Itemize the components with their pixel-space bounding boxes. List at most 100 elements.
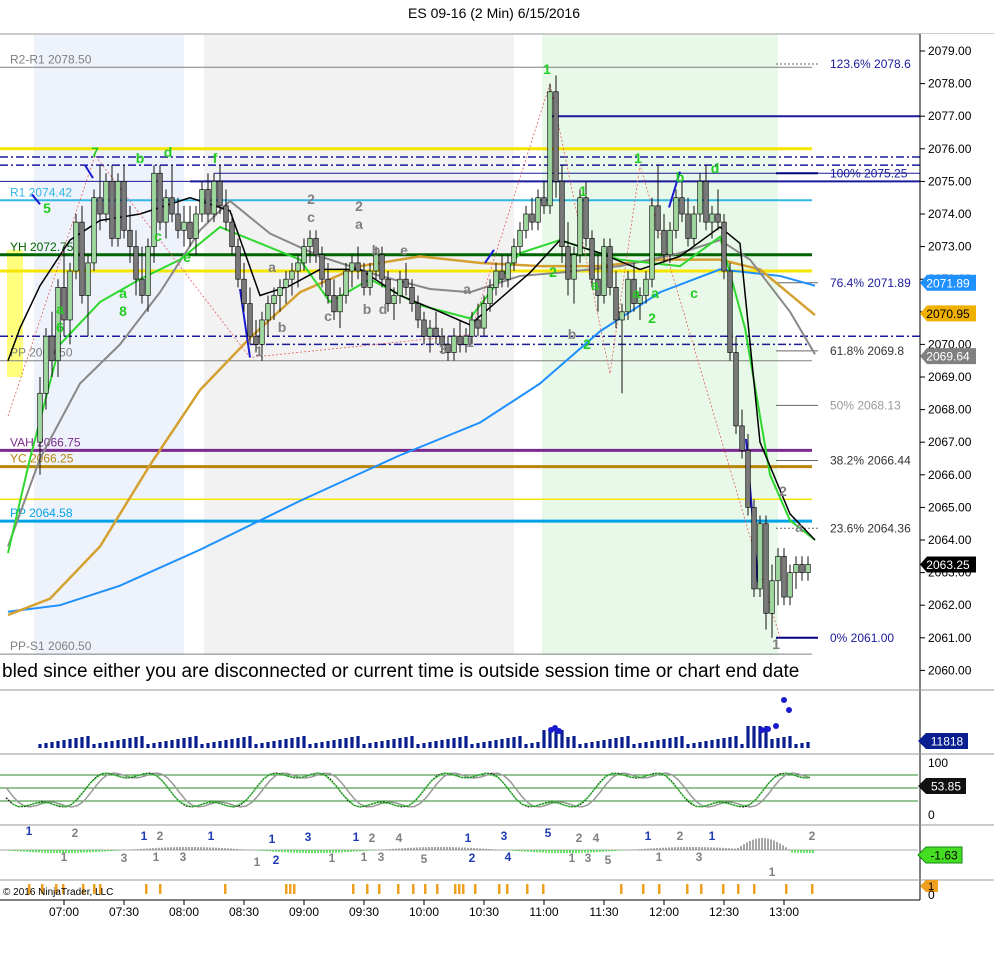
signal-marker (285, 884, 288, 894)
volume-bar (278, 740, 282, 748)
candle-body (109, 181, 115, 239)
volume-bar (410, 736, 414, 748)
candle-body (793, 564, 799, 573)
volume-dot (556, 728, 562, 734)
wave-label: 7 (91, 144, 99, 160)
wave-label: a (119, 285, 127, 301)
candle-body (223, 205, 229, 223)
candle-body (367, 270, 373, 288)
volume-bar (320, 742, 324, 748)
candle-body (553, 91, 559, 182)
volume-bar (590, 742, 594, 748)
y-tick-label: 2068.00 (928, 403, 972, 417)
wave-label: 1 (466, 334, 474, 350)
candle-body (511, 246, 517, 264)
candle-body (787, 572, 793, 598)
volume-bar (524, 744, 528, 748)
volume-bar (416, 744, 420, 748)
candle-body (457, 335, 463, 345)
fib-label: 0% 2061.00 (830, 631, 894, 645)
volume-bar (500, 739, 504, 748)
volume-bar (326, 741, 330, 748)
candle-body (721, 221, 727, 272)
volume-bar (368, 743, 372, 748)
signal-marker (498, 884, 501, 894)
volume-bar (68, 739, 72, 748)
volume-bar (722, 738, 726, 748)
candle-body (571, 254, 577, 280)
x-tick-label: 09:00 (289, 905, 319, 919)
y-tick-label: 2075.00 (928, 174, 972, 188)
volume-bar (212, 742, 216, 748)
volume-bar (770, 739, 774, 748)
candle-body (115, 181, 121, 239)
candle-body (37, 392, 43, 443)
volume-bar (386, 740, 390, 748)
candle-body (385, 278, 391, 305)
candle-body (715, 213, 721, 223)
candle-body (523, 213, 529, 231)
volume-bar (614, 738, 618, 748)
candle-body (679, 197, 685, 215)
candle-body (535, 197, 541, 223)
volume-bar (80, 737, 84, 748)
volume-bar (188, 737, 192, 748)
volume-bar (308, 744, 312, 748)
candle-body (259, 319, 265, 345)
wave-label: b (372, 242, 381, 258)
osc-label: 3 (305, 830, 312, 844)
osc-label: 1 (208, 829, 215, 843)
oscillator-badge-text: -1.63 (930, 849, 958, 863)
osc-label: 2 (273, 853, 280, 867)
candle-body (199, 189, 205, 215)
candle-body (781, 555, 787, 598)
x-tick-label: 08:30 (229, 905, 259, 919)
signal-marker (462, 884, 465, 894)
candle-body (733, 352, 739, 427)
wave-label: 3 (439, 341, 447, 357)
x-tick-label: 11:30 (589, 905, 618, 919)
osc-label: 3 (121, 851, 128, 865)
candle-body (67, 270, 73, 321)
candle-body (325, 278, 331, 296)
volume-bar (608, 739, 612, 748)
volume-bar (494, 740, 498, 748)
candle-body (655, 205, 661, 231)
volume-bar (230, 739, 234, 748)
candle-body (337, 295, 343, 313)
y-tick-label: 2067.00 (928, 435, 972, 449)
signal-marker (753, 884, 756, 894)
osc-label: 4 (505, 850, 512, 864)
stochastic-badge-text: 53.85 (931, 780, 961, 794)
volume-bar (626, 736, 630, 748)
volume-dot (773, 723, 779, 729)
candle-body (163, 197, 169, 223)
candle-body (331, 295, 337, 313)
signal-marker (145, 884, 148, 894)
volume-bar (656, 740, 660, 748)
osc-label: 1 (656, 850, 663, 864)
price-level-label: R2-R1 2078.50 (10, 52, 92, 66)
candle-body (397, 278, 403, 296)
candle-body (355, 262, 361, 272)
volume-bar (380, 741, 384, 748)
signal-marker (658, 884, 661, 894)
wave-label: d (379, 301, 388, 317)
osc-label: 1 (645, 829, 652, 843)
candle-body (145, 246, 151, 296)
candle-body (727, 270, 733, 353)
candle-body (193, 213, 199, 239)
candle-body (619, 311, 625, 321)
volume-bar (578, 744, 582, 748)
volume-bar (350, 737, 354, 748)
signal-marker (159, 884, 162, 894)
volume-bar (242, 737, 246, 748)
wave-label: a (632, 285, 640, 301)
signal-marker (412, 884, 415, 894)
candle-body (319, 254, 325, 280)
wave-label: b (568, 326, 577, 342)
chart-title: ES 09-16 (2 Min) 6/15/2016 (408, 5, 580, 21)
volume-bar (200, 744, 204, 748)
y-tick-label: 2060.00 (928, 663, 972, 677)
candle-body (403, 278, 409, 288)
